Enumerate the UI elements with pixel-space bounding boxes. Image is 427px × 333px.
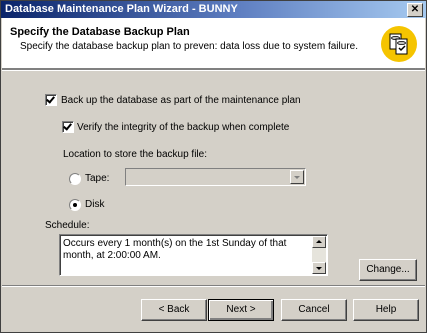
verify-checkbox-label[interactable]: Verify the integrity of the backup when … bbox=[77, 122, 289, 133]
wizard-window: Database Maintenance Plan Wizard - BUNNY… bbox=[0, 0, 427, 333]
help-button[interactable]: Help bbox=[353, 299, 419, 321]
schedule-textbox[interactable]: Occurs every 1 month(s) on the 1st Sunda… bbox=[59, 234, 328, 276]
database-backup-icon bbox=[381, 26, 417, 62]
footer-divider bbox=[2, 285, 425, 287]
schedule-text: Occurs every 1 month(s) on the 1st Sunda… bbox=[63, 238, 287, 261]
back-button[interactable]: < Back bbox=[141, 299, 207, 321]
page-title: Specify the Database Backup Plan bbox=[10, 26, 190, 38]
schedule-scrollbar[interactable] bbox=[312, 236, 326, 274]
cancel-button[interactable]: Cancel bbox=[281, 299, 347, 321]
close-button[interactable]: ✕ bbox=[407, 3, 423, 17]
window-title: Database Maintenance Plan Wizard - BUNNY bbox=[5, 3, 238, 15]
location-label: Location to store the backup file: bbox=[63, 149, 207, 160]
chevron-down-icon[interactable] bbox=[290, 170, 304, 184]
disk-radio[interactable] bbox=[69, 199, 81, 211]
scroll-up-icon[interactable] bbox=[312, 236, 326, 248]
disk-radio-label[interactable]: Disk bbox=[85, 199, 104, 210]
verify-checkbox[interactable] bbox=[62, 121, 74, 133]
tape-dropdown[interactable] bbox=[125, 168, 306, 186]
tape-radio[interactable] bbox=[69, 173, 81, 185]
scroll-down-icon[interactable] bbox=[312, 262, 326, 274]
header-divider bbox=[2, 69, 425, 71]
title-bar[interactable]: Database Maintenance Plan Wizard - BUNNY… bbox=[1, 1, 426, 18]
tape-radio-label[interactable]: Tape: bbox=[85, 173, 109, 184]
next-button[interactable]: Next > bbox=[208, 299, 274, 321]
schedule-label: Schedule: bbox=[45, 220, 90, 231]
close-icon: ✕ bbox=[410, 4, 420, 15]
backup-checkbox[interactable] bbox=[45, 94, 57, 106]
wizard-header: Specify the Database Backup Plan Specify… bbox=[2, 18, 425, 69]
change-schedule-button[interactable]: Change... bbox=[359, 259, 417, 281]
backup-checkbox-label[interactable]: Back up the database as part of the main… bbox=[61, 95, 301, 106]
page-subtitle: Specify the database backup plan to prev… bbox=[20, 41, 358, 52]
